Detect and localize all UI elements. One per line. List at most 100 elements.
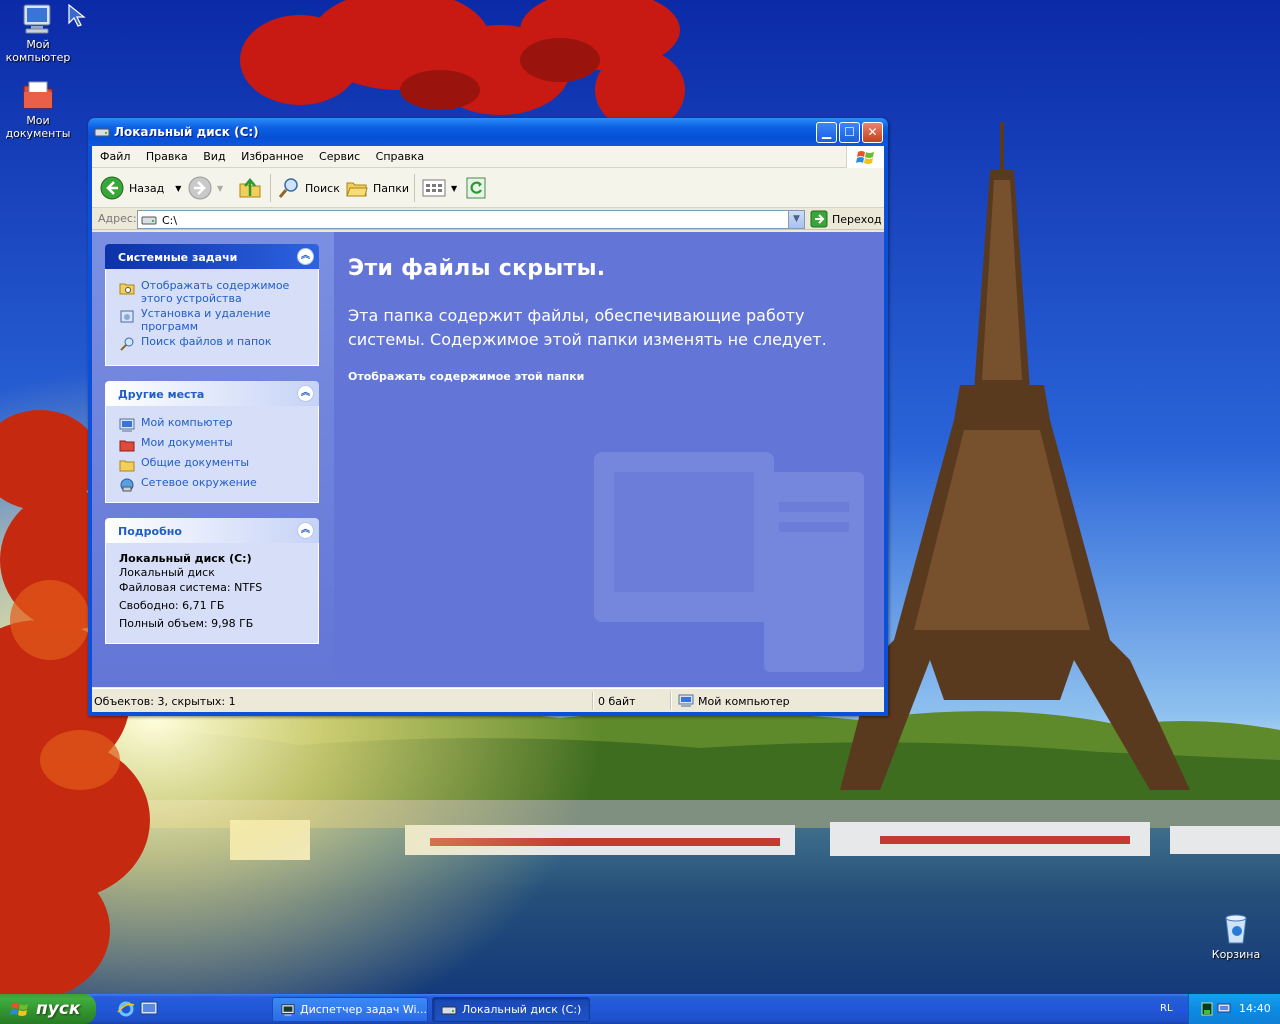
internet-explorer-icon[interactable] xyxy=(117,1000,135,1018)
task-search-files[interactable]: Поиск файлов и папок xyxy=(119,335,310,353)
add-remove-programs-icon xyxy=(120,310,134,323)
start-button[interactable]: пуск xyxy=(0,994,96,1024)
system-tasks-header[interactable]: Системные задачи ︽ xyxy=(105,244,319,269)
place-shared-documents[interactable]: Общие документы xyxy=(119,456,310,474)
maximize-icon: ☐ xyxy=(844,125,855,139)
close-icon: ✕ xyxy=(867,125,878,139)
shared-documents-icon xyxy=(119,460,135,472)
status-location: Мой компьютер xyxy=(698,695,790,708)
folders-label: Папки xyxy=(373,181,409,195)
minimize-icon: ▁ xyxy=(821,125,832,139)
clock[interactable]: 14:40 xyxy=(1239,1002,1271,1015)
address-dropdown-button[interactable]: ▼ xyxy=(788,211,804,228)
folders-button[interactable]: Папки xyxy=(346,174,409,202)
back-button[interactable]: Назад ▼ xyxy=(100,174,181,202)
place-link: Сетевое окружение xyxy=(141,476,257,489)
place-link: Общие документы xyxy=(141,456,250,469)
task-link: Поиск файлов и папок xyxy=(141,335,272,348)
local-disk-icon xyxy=(94,128,110,137)
search-icon xyxy=(120,337,134,351)
status-bar: Объектов: 3, скрытых: 1 0 байт Мой компь… xyxy=(92,688,884,712)
menu-tools[interactable]: Сервис xyxy=(313,146,366,163)
desktop-icon-recycle-bin[interactable]: Корзина xyxy=(1198,912,1274,961)
taskbar-button-local-disk[interactable]: Локальный диск (C:) xyxy=(432,997,590,1022)
windows-logo xyxy=(846,146,884,168)
windows-flag-icon xyxy=(10,1003,28,1016)
menu-help[interactable]: Справка xyxy=(370,146,430,163)
taskbar: пуск Диспетчер задач Wi... Локальный дис… xyxy=(0,994,1280,1024)
status-objects: Объектов: 3, скрытых: 1 xyxy=(94,695,236,708)
collapse-button[interactable]: ︽ xyxy=(297,385,314,402)
up-button[interactable] xyxy=(238,174,262,202)
main-pane: Эти файлы скрыты. Эта папка содержит фай… xyxy=(334,232,884,687)
status-separator xyxy=(670,692,672,710)
details-type: Локальный диск xyxy=(119,566,215,579)
menu-file[interactable]: Файл xyxy=(94,146,136,163)
language-indicator[interactable]: RL xyxy=(1160,1003,1173,1014)
place-my-computer[interactable]: Мой компьютер xyxy=(119,416,310,434)
task-manager-tray-icon[interactable] xyxy=(1201,1002,1213,1016)
show-contents-link[interactable]: Отображать содержимое этой папки xyxy=(348,370,584,383)
views-button[interactable]: ▼ xyxy=(422,174,457,202)
close-button[interactable]: ✕ xyxy=(862,122,883,143)
menu-view[interactable]: Вид xyxy=(197,146,231,163)
collapse-button[interactable]: ︽ xyxy=(297,248,314,265)
go-button[interactable]: Переход xyxy=(810,210,882,228)
views-icon xyxy=(422,179,446,197)
address-input[interactable]: C:\ ▼ xyxy=(137,210,805,229)
maximize-button[interactable]: ☐ xyxy=(839,122,860,143)
address-label: Адрес: xyxy=(98,212,137,225)
desktop-icon-label: Мой компьютер xyxy=(5,38,71,64)
computer-watermark-icon xyxy=(594,452,864,672)
chevron-down-icon: ▼ xyxy=(793,214,800,224)
details-header[interactable]: Подробно ︽ xyxy=(105,518,319,543)
show-desktop-icon[interactable] xyxy=(140,1001,158,1017)
explorer-window[interactable]: Локальный диск (C:) ▁ ☐ ✕ Файл Правка Ви… xyxy=(88,118,888,716)
my-documents-icon xyxy=(119,440,135,452)
task-add-remove-programs[interactable]: Установка и удаление программ xyxy=(119,307,310,333)
collapse-button[interactable]: ︽ xyxy=(297,522,314,539)
my-documents-icon xyxy=(23,81,53,109)
network-places-icon xyxy=(120,478,134,492)
back-label: Назад xyxy=(129,181,165,195)
recycle-bin-icon xyxy=(1225,914,1247,944)
status-size: 0 байт xyxy=(598,695,636,708)
forward-button[interactable]: ▼ xyxy=(188,174,223,202)
hidden-files-heading: Эти файлы скрыты. xyxy=(348,256,606,281)
other-places-header[interactable]: Другие места ︽ xyxy=(105,381,319,406)
address-bar: Адрес: C:\ ▼ Переход xyxy=(92,208,884,230)
hidden-files-message: Эта папка содержит файлы, обеспечивающие… xyxy=(348,306,827,349)
sync-button[interactable] xyxy=(466,174,486,202)
taskbar-button-task-manager[interactable]: Диспетчер задач Wi... xyxy=(272,997,428,1022)
system-tasks-panel: Системные задачи ︽ Отображать содержимое… xyxy=(105,244,319,366)
place-network[interactable]: Сетевое окружение xyxy=(119,476,310,494)
windows-flag-icon xyxy=(856,151,874,164)
network-tray-icon[interactable] xyxy=(1217,1003,1231,1015)
start-label: пуск xyxy=(36,999,81,1019)
menu-bar: Файл Правка Вид Избранное Сервис Справка xyxy=(92,146,884,168)
forward-arrow-icon xyxy=(188,176,212,200)
menu-favorites[interactable]: Избранное xyxy=(235,146,309,163)
system-tasks-title: Системные задачи xyxy=(118,251,238,264)
taskbar-button-label: Диспетчер задач Wi... xyxy=(299,1003,427,1016)
details-filesystem: Файловая система: NTFS xyxy=(119,581,263,594)
desktop-icon-my-documents[interactable]: Мои документы xyxy=(0,78,76,140)
system-tasks-body: Отображать содержимое этого устройства У… xyxy=(105,269,319,366)
my-computer-icon xyxy=(23,4,51,34)
minimize-button[interactable]: ▁ xyxy=(816,122,837,143)
back-dropdown-icon[interactable]: ▼ xyxy=(175,184,181,193)
chevron-up-icon: ︽ xyxy=(300,525,310,535)
task-link: Отображать содержимое этого устройства xyxy=(141,279,290,305)
task-show-contents[interactable]: Отображать содержимое этого устройства xyxy=(119,279,310,305)
forward-dropdown-icon[interactable]: ▼ xyxy=(217,184,223,193)
desktop-icon-my-computer[interactable]: Мой компьютер xyxy=(0,2,76,64)
details-free: Свободно: 6,71 ГБ xyxy=(119,599,225,612)
search-button[interactable]: Поиск xyxy=(278,174,340,202)
chevron-up-icon: ︽ xyxy=(300,251,310,261)
menu-edit[interactable]: Правка xyxy=(140,146,194,163)
other-places-body: Мой компьютер Мои документы Общие докуме… xyxy=(105,406,319,503)
place-my-documents[interactable]: Мои документы xyxy=(119,436,310,454)
place-link: Мои документы xyxy=(141,436,233,449)
my-computer-icon xyxy=(119,418,135,432)
window-titlebar[interactable]: Локальный диск (C:) ▁ ☐ ✕ xyxy=(88,118,888,146)
